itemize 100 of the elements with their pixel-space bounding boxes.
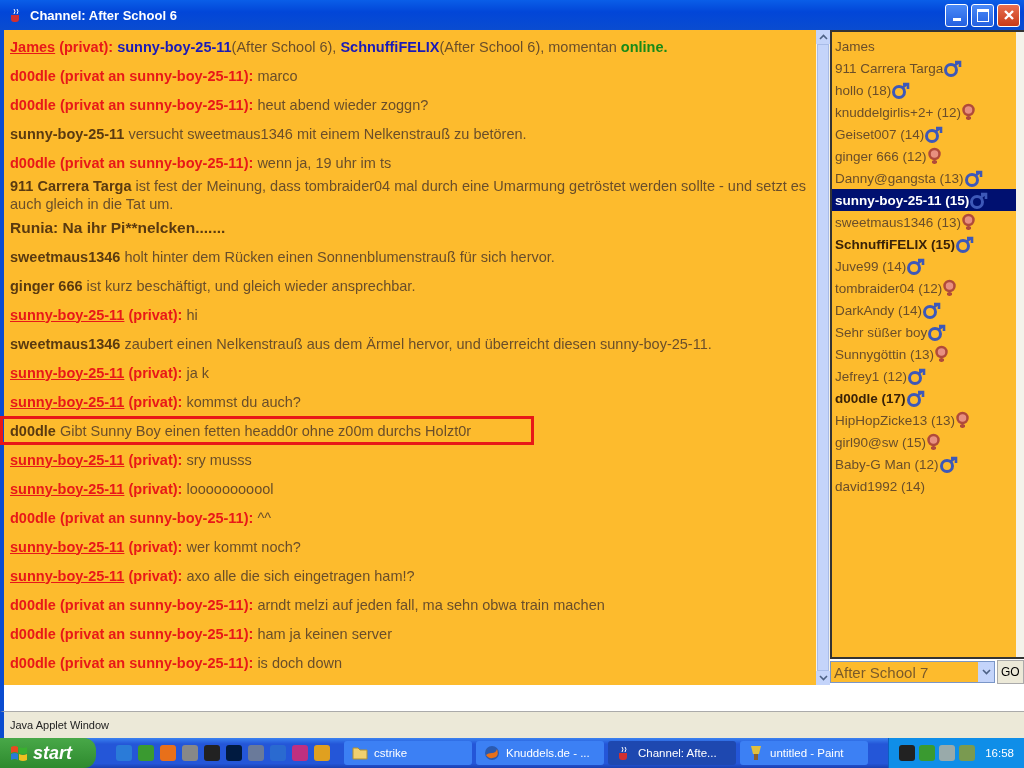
close-button[interactable] [997,3,1020,27]
female-symbol-icon [955,411,971,429]
user-name: ginger 666 (12) [835,148,927,164]
user-list-item[interactable]: sunny-boy-25-11 (15) [832,189,1016,211]
user-list-item[interactable]: david1992 (14) [832,475,1016,497]
male-symbol-icon [906,257,926,275]
user-list-item[interactable]: Danny@gangsta (13) [832,167,1016,189]
chat-message: James (privat): sunny-boy-25-11(After School 6), SchnuffiFELIX(After School 6), momentan online. [10,37,668,56]
male-symbol-icon [905,389,925,407]
user-name: Baby-G Man (12) [835,456,939,472]
user-list-item[interactable]: James [832,35,1016,57]
female-symbol-icon [942,279,958,297]
taskbar-button[interactable]: Knuddels.de - ... [476,741,604,765]
user-list-item[interactable]: Sehr süßer boy [832,321,1016,343]
chat-message: d00dle Gibt Sunny Boy einen fetten headd0r ohne z00m durchs Holzt0r [10,421,472,440]
message-input-field[interactable] [0,685,1024,712]
chat-message: d00dle (privat an sunny-boy-25-11): marco [10,66,298,85]
user-list-item[interactable]: 911 Carrera Targa [832,57,1016,79]
chat-message: d00dle (privat an sunny-boy-25-11): wenn ja, 19 uhr im ts [10,153,392,172]
start-button[interactable]: start [0,738,96,768]
chat-message: d00dle (privat an sunny-boy-25-11): is doch down [10,653,342,672]
user-list-item[interactable]: tombraider04 (12) [832,277,1016,299]
user-list-item[interactable]: Sunnygöttin (13) [832,343,1016,365]
male-symbol-icon [891,81,911,99]
user-list-item[interactable]: d00dle (17) [832,387,1016,409]
chat-message: sunny-boy-25-11 (privat): ja k [10,363,210,382]
user-name: girl90@sw (15) [835,434,926,450]
female-symbol-icon [934,345,950,363]
user-name: HipHopZicke13 (13) [835,412,956,428]
taskbar-button[interactable]: cstrike [344,741,472,765]
user-list-item[interactable]: Jefrey1 (12) [832,365,1016,387]
user-list-item[interactable]: Juve99 (14) [832,255,1016,277]
user-name: Danny@gangsta (13) [835,170,964,186]
user-name: d00dle (17) [835,390,906,406]
scrollbar[interactable] [816,30,830,685]
user-list-item[interactable]: Geiset007 (14) [832,123,1016,145]
user-list-item[interactable]: girl90@sw (15) [832,431,1016,453]
user-name: knuddelgirlis+2+ (12) [835,104,962,120]
channel-dropdown[interactable]: After School 7 [830,661,995,683]
chat-message: sunny-boy-25-11 (privat): looooooooool [10,479,274,498]
user-name: sweetmaus1346 (13) [835,214,962,230]
user-name: hollo (18) [835,82,892,98]
male-symbol-icon [943,59,963,77]
chat-message: sunny-boy-25-11 (privat): hi [10,305,198,324]
user-name: Juve99 (14) [835,258,907,274]
chat-message: d00dle (privat an sunny-boy-25-11): arndt melzi auf jeden fall, ma sehn obwa train machen [10,595,605,614]
user-list-item[interactable]: HipHopZicke13 (13) [832,409,1016,431]
male-symbol-icon [938,455,958,473]
paint-brush-icon [748,745,764,761]
user-name: Sehr süßer boy [835,324,928,340]
male-symbol-icon [963,169,983,187]
chat-message: sunny-boy-25-11 (privat): sry musss [10,450,252,469]
user-list-item[interactable]: SchnuffiFELIX (15) [832,233,1016,255]
male-symbol-icon [922,301,942,319]
windows-logo-icon [10,745,28,761]
chat-message: sweetmaus1346 zaubert einen Nelkenstrauß aus dem Ärmel hervor, und überreicht diesen sunny-boy-25-11. [10,334,712,353]
user-name: SchnuffiFELIX (15) [835,236,955,252]
chat-message: sunny-boy-25-11 (privat): axo alle die sich eingetragen ham!? [10,566,415,585]
chat-message: d00dle (privat an sunny-boy-25-11): ham ja keinen server [10,624,392,643]
user-name: tombraider04 (12) [835,280,943,296]
chat-message: sunny-boy-25-11 (privat): kommst du auch? [10,392,301,411]
female-symbol-icon [961,213,977,231]
chat-message: sweetmaus1346 holt hinter dem Rücken einen Sonnenblumenstrauß für sich hervor. [10,247,555,266]
user-list-item[interactable]: ginger 666 (12) [832,145,1016,167]
scroll-up-icon[interactable] [818,34,828,40]
chat-message: Runia: Na ihr Pi**nelcken....... [10,218,226,237]
maximize-button[interactable] [971,3,994,27]
user-name: DarkAndy (14) [835,302,923,318]
folder-icon [352,746,368,760]
go-button[interactable]: GO [997,660,1024,684]
male-symbol-icon [955,235,974,253]
user-name: sunny-boy-25-11 (15) [835,192,970,208]
male-symbol-icon [907,367,927,385]
user-name: Sunnygöttin (13) [835,346,935,362]
user-list-item[interactable]: sweetmaus1346 (13) [832,211,1016,233]
minimize-button[interactable] [945,3,968,27]
user-list-item[interactable]: knuddelgirlis+2+ (12) [832,101,1016,123]
user-name: 911 Carrera Targa [835,60,944,76]
user-name: david1992 (14) [835,478,926,494]
female-symbol-icon [961,103,977,121]
male-symbol-icon [969,191,989,209]
user-list-item[interactable]: Baby-G Man (12) [832,453,1016,475]
user-name: Geiset007 (14) [835,126,925,142]
chat-message: sunny-boy-25-11 (privat): wer kommt noch? [10,537,301,556]
female-symbol-icon [926,433,941,451]
female-symbol-icon [926,147,942,165]
taskbar-button[interactable]: untitled - Paint [740,741,868,765]
user-name: James [835,38,875,54]
male-symbol-icon [924,125,944,143]
chat-message: d00dle (privat an sunny-boy-25-11): heut abend wieder zoggn? [10,95,429,114]
user-name: Jefrey1 (12) [835,368,908,384]
user-list-item[interactable]: DarkAndy (14) [832,299,1016,321]
close-icon [1002,9,1015,21]
chat-message: sunny-boy-25-11 versucht sweetmaus1346 mit einem Nelkenstrauß zu betören. [10,124,527,143]
user-list-item[interactable]: hollo (18) [832,79,1016,101]
male-symbol-icon [927,323,947,341]
scroll-down-icon[interactable] [818,675,828,681]
window-title: Channel: After School 6 [30,7,178,23]
scrollbar[interactable] [1016,32,1024,657]
taskbar-button[interactable]: Channel: Afte... [608,741,736,765]
